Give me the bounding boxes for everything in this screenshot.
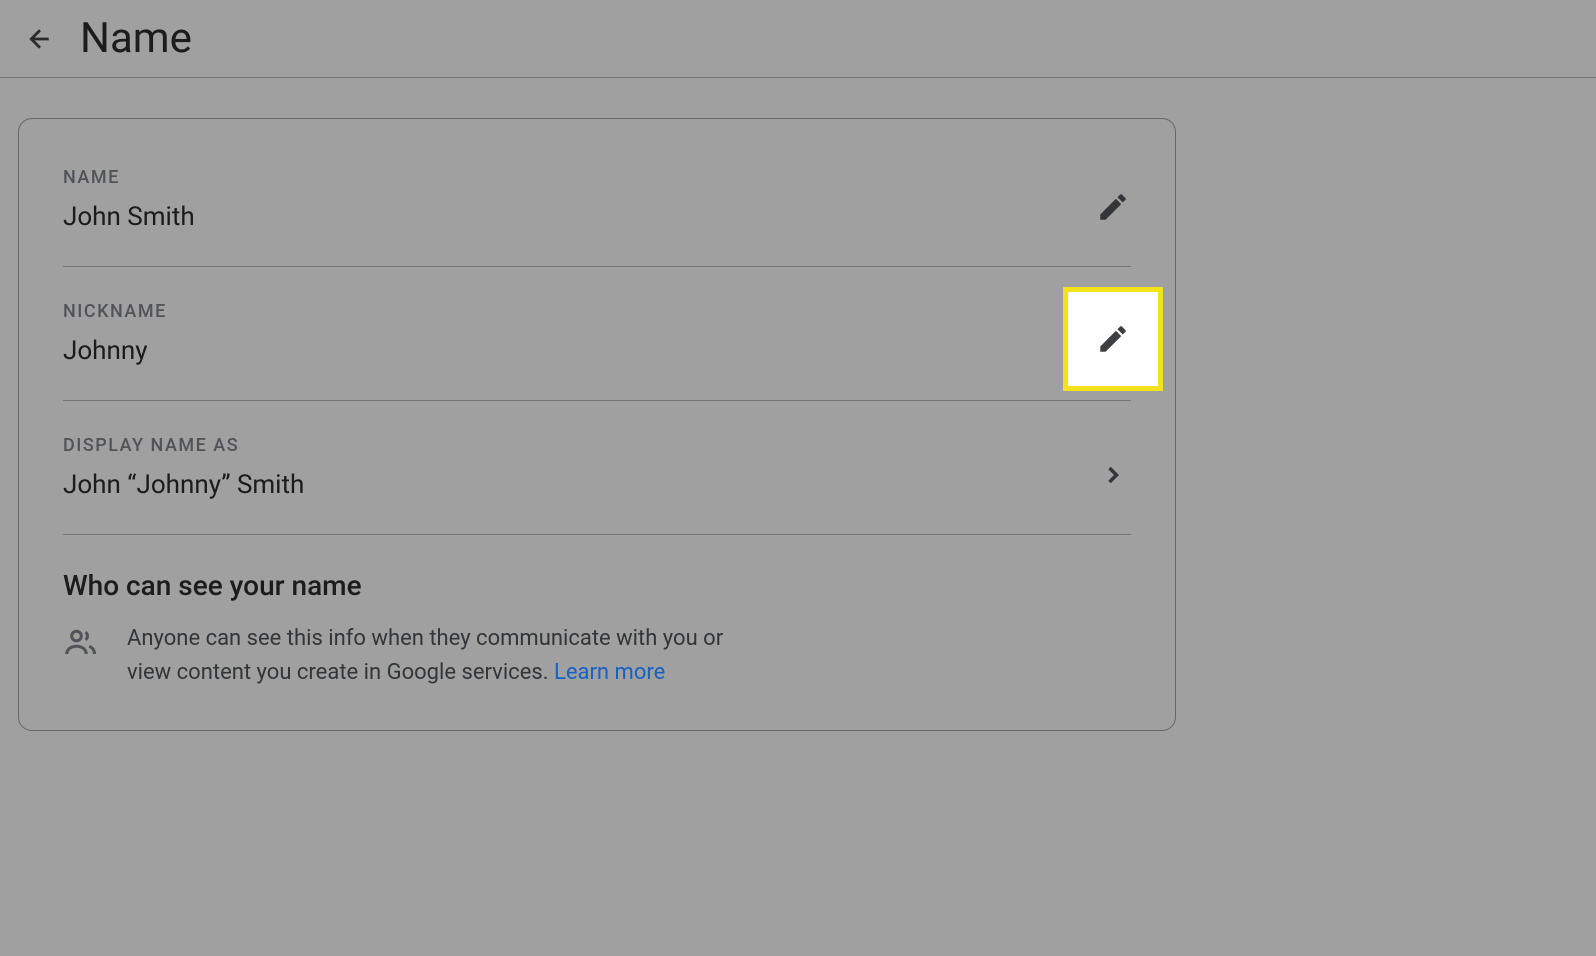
name-label: NAME [63, 167, 1131, 188]
people-icon [63, 624, 99, 664]
edit-nickname-button[interactable] [1063, 287, 1163, 391]
display-name-row[interactable]: DISPLAY NAME AS John “Johnny” Smith [63, 435, 1131, 535]
name-value: John Smith [63, 202, 1131, 232]
nickname-value: Johnny [63, 336, 1131, 366]
pencil-icon [1096, 190, 1130, 224]
name-row: NAME John Smith [63, 167, 1131, 267]
visibility-section: Who can see your name Anyone can see thi… [63, 569, 1131, 690]
display-name-value: John “Johnny” Smith [63, 470, 1131, 500]
display-name-label: DISPLAY NAME AS [63, 435, 1131, 456]
chevron-right-icon [1099, 461, 1127, 489]
display-name-chevron[interactable] [1089, 451, 1137, 499]
nickname-label: NICKNAME [63, 301, 1131, 322]
visibility-heading: Who can see your name [63, 569, 1131, 602]
edit-name-button[interactable] [1089, 183, 1137, 231]
page-title: Name [80, 14, 192, 63]
header: Name [0, 0, 1596, 78]
name-card: NAME John Smith NICKNAME Johnny DISPLAY … [18, 118, 1176, 731]
arrow-left-icon [25, 24, 55, 54]
nickname-row: NICKNAME Johnny [63, 301, 1131, 401]
back-button[interactable] [20, 19, 60, 59]
visibility-text: Anyone can see this info when they commu… [127, 622, 767, 690]
learn-more-link[interactable]: Learn more [554, 660, 665, 685]
pencil-icon [1096, 322, 1130, 356]
